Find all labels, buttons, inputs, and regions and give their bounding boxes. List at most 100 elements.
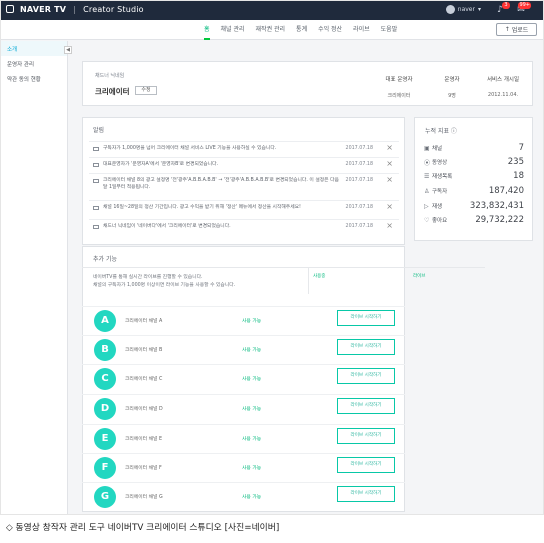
notifications-panel: 알림 구독자가 1,000명을 넘어 크리에이터 채널 서비스 LIVE 기능을… <box>82 117 405 245</box>
notice-date: 2017.07.18 <box>345 178 373 183</box>
start-live-button[interactable]: 라이브 시작하기 <box>337 368 395 384</box>
list-item[interactable]: 채널 16일~28일의 정산 기간입니다. 광고 수익을 받기 위해 '정산' … <box>89 200 399 219</box>
brand-logo[interactable]: NAVER TV | Creator Studio <box>6 5 144 14</box>
tab-channel-management[interactable]: 채널 관리 <box>221 20 245 40</box>
user-menu[interactable]: naver ▾ <box>445 5 481 14</box>
operator-count-column: 운영자 9명 <box>428 75 476 99</box>
stat-row: ♡ 좋아요 29,732,222 <box>424 214 524 226</box>
notice-date: 2017.07.18 <box>345 224 373 229</box>
notice-text: 구독자가 1,000명을 넘어 크리에이터 채널 서비스 LIVE 기능을 사용… <box>103 146 277 151</box>
sidebar-item-intro[interactable]: 소개 <box>1 41 67 56</box>
message-icon[interactable]: ✉ 99+ <box>516 2 531 15</box>
start-live-button[interactable]: 라이브 시작하기 <box>337 428 395 444</box>
channel-avatar: F <box>94 457 116 479</box>
live-description: 네이버TV를 통해 실시간 라이브를 진행할 수 있습니다. 채널의 구독자가 … <box>93 274 235 290</box>
mail-icon <box>93 225 99 229</box>
stats-title: 누적 지표 ⓘ <box>425 126 457 135</box>
list-item[interactable]: 구독자가 1,000명을 넘어 크리에이터 채널 서비스 LIVE 기능을 사용… <box>89 141 399 157</box>
tab-revenue-settlement[interactable]: 수익 정산 <box>318 20 342 40</box>
start-live-button[interactable]: 라이브 시작하기 <box>337 398 395 414</box>
start-live-button[interactable]: 라이브 시작하기 <box>337 339 395 355</box>
channel-icon: ▣ <box>424 144 430 152</box>
upload-button[interactable]: ↑ 업로드 <box>496 23 537 36</box>
collapse-sidebar-button[interactable]: ◀ <box>64 46 72 54</box>
stats-title-text: 누적 지표 <box>425 128 449 135</box>
representative-operator-label: 대표 운영자 <box>385 77 413 83</box>
channel-avatar: G <box>94 486 116 508</box>
tab-copyright-management[interactable]: 재작권 관리 <box>256 20 286 40</box>
channel-avatar: B <box>94 339 116 361</box>
stat-row: ▷ 재생 323,832,431 <box>424 200 524 212</box>
channel-name: 크리에이터 채널 G <box>125 495 163 500</box>
image-caption: ◇ 동영상 창작자 관리 도구 네이버TV 크리에이터 스튜디오 [사진=네이버… <box>6 523 280 533</box>
avatar <box>445 5 455 14</box>
stat-value: 323,832,431 <box>469 201 524 211</box>
table-row: B 크리에이터 채널 B 사용 가능 라이브 시작하기 <box>82 335 405 362</box>
channel-status: 사용 가능 <box>242 348 262 353</box>
screenshot-frame: NAVER TV | Creator Studio naver ▾ ♪ 3 ✉ … <box>0 0 544 515</box>
operator-count-value: 9명 <box>448 93 456 99</box>
channel-status: 사용 가능 <box>242 437 262 442</box>
tab-live[interactable]: 라이브 <box>353 20 370 40</box>
close-icon[interactable]: × <box>386 175 393 184</box>
brand-name: NAVER TV <box>20 5 67 14</box>
stat-label: 재생 <box>432 204 443 210</box>
channel-status: 사용 가능 <box>242 377 262 382</box>
table-row: D 크리에이터 채널 D 사용 가능 라이브 시작하기 <box>82 394 405 421</box>
mail-icon <box>93 147 99 151</box>
notice-text: 채드너 닉네임이 '네이버다'에서 '크리에이터'로 변경되었습니다. <box>103 224 231 229</box>
start-live-button[interactable]: 라이브 시작하기 <box>337 486 395 502</box>
tab-help[interactable]: 도움말 <box>381 20 398 40</box>
sidebar-item-terms-status[interactable]: 약관 동의 현황 <box>1 71 67 86</box>
cumulative-stats-panel: 누적 지표 ⓘ ▣ 채널 7 ⦿ 동영상 235 ☰ 재생목록 18 ♙ 구독자… <box>414 117 533 241</box>
channel-name: 크리에이터 채널 C <box>125 377 163 382</box>
service-start-date-column: 서비스 개시일 2012.11.04. <box>479 75 527 98</box>
upload-label: 업로드 <box>511 27 529 34</box>
start-live-button[interactable]: 라이브 시작하기 <box>337 457 395 473</box>
video-icon: ⦿ <box>424 159 431 167</box>
chevron-down-icon: ▾ <box>477 6 481 13</box>
close-icon[interactable]: × <box>386 159 393 168</box>
notice-text: 대표운영자가 '운영자A'에서 '운영자B'로 변경되었습니다. <box>103 162 219 167</box>
stat-label: 구독자 <box>432 189 448 195</box>
mail-icon <box>93 206 99 210</box>
close-icon[interactable]: × <box>386 143 393 152</box>
profile-name: 크리에이터 <box>95 87 130 96</box>
start-live-button[interactable]: 라이브 시작하기 <box>337 310 395 326</box>
notice-text: 크리에이터 채널 8의 광고 설정명 '전'광주'A.B.B.A.B.B' → … <box>103 178 339 190</box>
stat-value: 187,420 <box>488 186 524 196</box>
service-start-date-value: 2012.11.04. <box>487 92 519 98</box>
edit-profile-button[interactable]: 수정 <box>135 86 157 95</box>
channel-avatar: C <box>94 368 116 390</box>
channel-avatar: A <box>94 310 116 332</box>
close-icon[interactable]: × <box>386 221 393 230</box>
notification-bell-icon[interactable]: ♪ 3 <box>495 2 510 15</box>
upload-icon: ↑ <box>504 26 510 33</box>
list-item[interactable]: 대표운영자가 '운영자A'에서 '운영자B'로 변경되었습니다. 2017.07… <box>89 157 399 173</box>
channel-name: 크리에이터 채널 A <box>125 319 163 324</box>
list-item[interactable]: 크리에이터 채널 8의 광고 설정명 '전'광주'A.B.B.A.B.B' → … <box>89 173 399 200</box>
stat-value: 18 <box>513 171 524 181</box>
tab-home[interactable]: 홈 <box>204 20 210 40</box>
list-item[interactable]: 채드너 닉네임이 '네이버다'에서 '크리에이터'로 변경되었습니다. 2017… <box>89 219 399 235</box>
table-row: C 크리에이터 채널 C 사용 가능 라이브 시작하기 <box>82 364 405 391</box>
table-row: G 크리에이터 채널 G 사용 가능 라이브 시작하기 <box>82 482 405 509</box>
app-title: Creator Studio <box>83 5 144 14</box>
play-icon: ▷ <box>424 202 429 210</box>
user-name: naver <box>457 6 475 13</box>
stat-row: ☰ 재생목록 18 <box>424 170 524 182</box>
info-icon[interactable]: ⓘ <box>451 128 457 135</box>
close-icon[interactable]: × <box>386 202 393 211</box>
feature-table-column <box>308 267 484 294</box>
tab-statistics[interactable]: 통계 <box>296 20 307 40</box>
stat-value: 7 <box>518 143 524 153</box>
table-row: F 크리에이터 채널 F 사용 가능 라이브 시작하기 <box>82 453 405 480</box>
stat-row: ▣ 채널 7 <box>424 142 524 154</box>
mail-icon <box>93 163 99 167</box>
column-label-live: 라이브 <box>413 274 426 279</box>
stat-row: ⦿ 동영상 235 <box>424 156 524 168</box>
top-navigation-bar: NAVER TV | Creator Studio naver ▾ ♪ 3 ✉ … <box>1 1 543 20</box>
mail-icon <box>93 179 99 183</box>
channel-name: 크리에이터 채널 B <box>125 348 163 353</box>
sidebar-item-operator-management[interactable]: 운영자 관리 <box>1 56 67 71</box>
